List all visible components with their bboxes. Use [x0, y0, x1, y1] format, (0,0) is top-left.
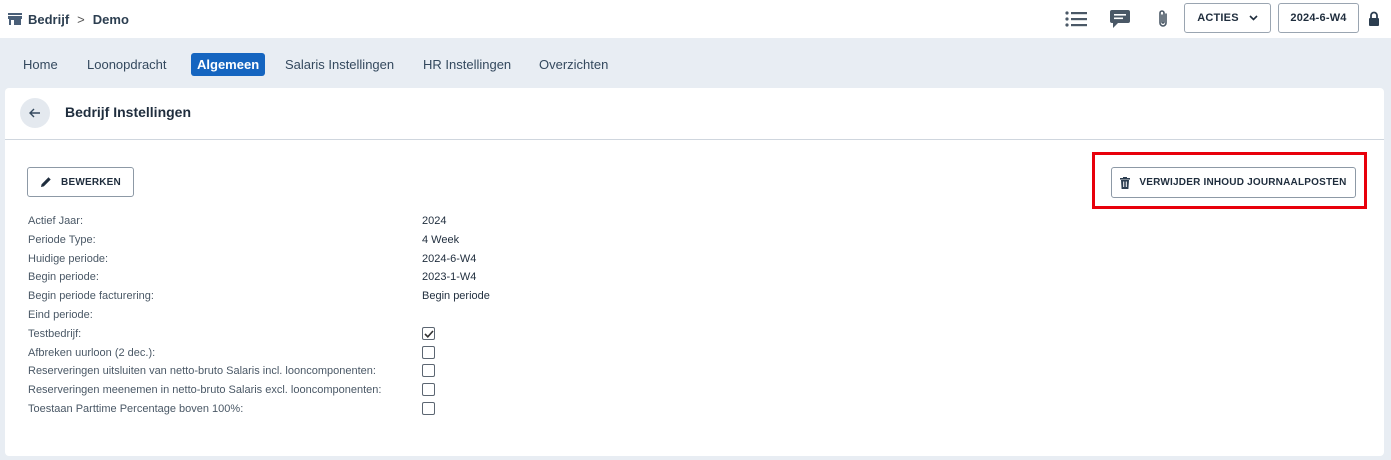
period-button[interactable]: 2024-6-W4: [1278, 3, 1359, 33]
edit-label: BEWERKEN: [61, 176, 121, 188]
field-value: 2024-6-W4: [422, 253, 477, 265]
field-value: Begin periode: [422, 290, 490, 302]
field-row: Actief Jaar: 2024: [28, 213, 498, 231]
field-value: 2023-1-W4: [422, 271, 477, 283]
breadcrumb-current: Demo: [92, 11, 129, 27]
edit-button[interactable]: BEWERKEN: [27, 167, 134, 197]
store-icon: [7, 11, 23, 27]
list-icon[interactable]: [1063, 7, 1089, 31]
checkbox-row: Toestaan Parttime Percentage boven 100%:: [28, 401, 498, 419]
acties-dropdown[interactable]: ACTIES: [1184, 3, 1271, 33]
lock-icon[interactable]: [1368, 11, 1380, 27]
field-row: Begin periode: 2023-1-W4: [28, 269, 498, 287]
checkbox-label: Afbreken uurloon (2 dec.):: [28, 347, 156, 359]
checkbox-row: Reserveringen uitsluiten van netto-bruto…: [28, 363, 498, 381]
chat-icon[interactable]: [1107, 7, 1133, 31]
tab-loonopdracht[interactable]: Loonopdracht: [86, 53, 168, 76]
checkbox-row: Afbreken uurloon (2 dec.):: [28, 345, 498, 363]
delete-label: VERWIJDER INHOUD JOURNAALPOSTEN: [1139, 177, 1347, 188]
field-label: Begin periode facturering:: [28, 290, 154, 302]
field-row: Periode Type: 4 Week: [28, 232, 498, 250]
checkbox-row: Reserveringen meenemen in netto-bruto Sa…: [28, 382, 498, 400]
field-label: Eind periode:: [28, 309, 93, 321]
paperclip-icon[interactable]: [1150, 7, 1176, 31]
checkbox-label: Reserveringen meenemen in netto-bruto Sa…: [28, 384, 382, 396]
breadcrumb-separator: >: [77, 11, 85, 27]
main-nav: Home Loonopdracht Algemeen Salaris Inste…: [0, 38, 1391, 88]
page-title: Bedrijf Instellingen: [65, 104, 192, 120]
testbedrijf-checkbox[interactable]: [422, 327, 435, 340]
checkbox-row: Testbedrijf:: [28, 326, 498, 344]
tab-home[interactable]: Home: [22, 53, 59, 76]
settings-card: Bedrijf Instellingen BEWERKEN VERWIJDER …: [5, 88, 1384, 456]
top-bar: Bedrijf > Demo ACTIES 2024-6-W4: [0, 0, 1391, 38]
field-label: Huidige periode:: [28, 253, 109, 265]
delete-journal-button[interactable]: VERWIJDER INHOUD JOURNAALPOSTEN: [1111, 167, 1356, 198]
trash-icon: [1120, 176, 1131, 189]
card-header: Bedrijf Instellingen: [5, 88, 1384, 140]
field-row: Begin periode facturering: Begin periode: [28, 288, 498, 306]
field-label: Begin periode:: [28, 271, 99, 283]
breadcrumb-root[interactable]: Bedrijf: [28, 12, 69, 27]
field-value: 2024: [422, 215, 447, 227]
checkbox-label: Reserveringen uitsluiten van netto-bruto…: [28, 365, 376, 377]
field-label: Periode Type:: [28, 234, 96, 246]
field-row: Huidige periode: 2024-6-W4: [28, 251, 498, 269]
field-row: Eind periode:: [28, 307, 498, 325]
breadcrumb: Bedrijf > Demo: [7, 10, 129, 28]
tab-salaris-instellingen[interactable]: Salaris Instellingen: [284, 53, 395, 76]
period-label: 2024-6-W4: [1290, 12, 1347, 24]
arrow-left-icon: [29, 108, 40, 118]
checkmark-icon: [423, 329, 434, 338]
pencil-icon: [41, 177, 51, 187]
chevron-down-icon: [1249, 15, 1258, 21]
checkbox-label: Testbedrijf:: [28, 328, 82, 340]
back-button[interactable]: [20, 98, 50, 128]
parttime-percentage-checkbox[interactable]: [422, 402, 435, 415]
field-value: 4 Week: [422, 234, 460, 246]
reserveringen-meenemen-checkbox[interactable]: [422, 383, 435, 396]
tab-hr-instellingen[interactable]: HR Instellingen: [422, 53, 512, 76]
afbreken-uurloon-checkbox[interactable]: [422, 346, 435, 359]
tab-overzichten[interactable]: Overzichten: [538, 53, 609, 76]
field-label: Actief Jaar:: [28, 215, 84, 227]
tab-algemeen[interactable]: Algemeen: [191, 53, 266, 76]
reserveringen-uitsluiten-checkbox[interactable]: [422, 364, 435, 377]
acties-label: ACTIES: [1197, 12, 1239, 24]
checkbox-label: Toestaan Parttime Percentage boven 100%:: [28, 403, 244, 415]
